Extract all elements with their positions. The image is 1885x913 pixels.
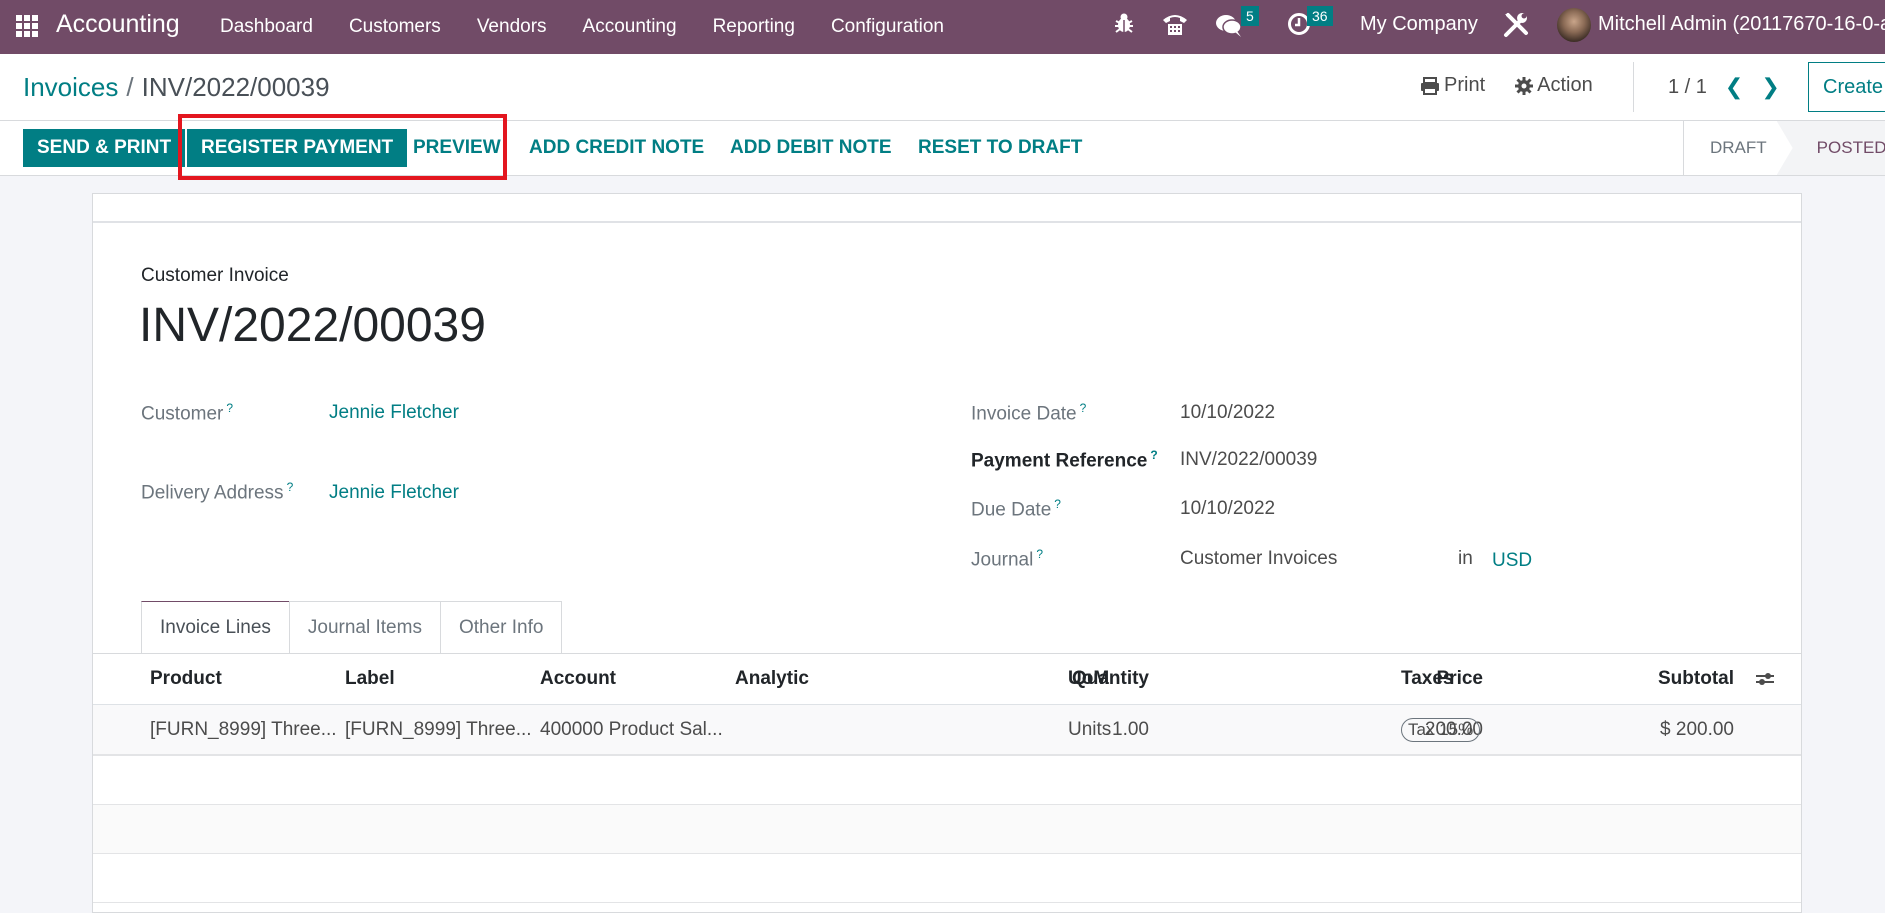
pager: 1 / 1 ❮ ❯ (1668, 74, 1780, 100)
status-posted: POSTED (1776, 121, 1885, 175)
control-panel: Invoices / INV/2022/00039 Print Action 1 /… (0, 54, 1885, 180)
due-date-field[interactable]: 10/10/2022 (1180, 498, 1275, 520)
preview-button[interactable]: PREVIEW (399, 129, 515, 167)
create-button[interactable]: Create (1808, 62, 1885, 112)
journal-field[interactable]: Customer Invoices (1180, 548, 1337, 570)
payment-reference-label: Payment Reference? (971, 448, 1158, 472)
column-subtotal[interactable]: Subtotal (1658, 654, 1734, 704)
cell-quantity[interactable]: 1.00 (1112, 705, 1149, 754)
delivery-address-label: Delivery Address? (141, 480, 294, 504)
column-analytic[interactable]: Analytic (735, 654, 809, 704)
menu-reporting[interactable]: Reporting (695, 16, 813, 38)
print-menu-button[interactable]: Print (1420, 74, 1485, 97)
column-account[interactable]: Account (540, 654, 616, 704)
customer-field[interactable]: Jennie Fletcher (329, 402, 459, 424)
help-tooltip-icon[interactable]: ? (1080, 401, 1087, 415)
empty-table-row (93, 756, 1801, 805)
cp-action-menus: Print Action (1420, 74, 1623, 97)
debug-icon[interactable] (1114, 12, 1134, 40)
gear-icon (1515, 76, 1534, 95)
user-menu[interactable]: Mitchell Admin (20117670-16-0-a (1598, 13, 1885, 36)
messages-icon[interactable]: 5 (1215, 6, 1259, 44)
invoice-number-title: INV/2022/00039 (139, 299, 486, 352)
main-menu: Dashboard Customers Vendors Accounting R… (202, 0, 962, 54)
reset-to-draft-button[interactable]: RESET TO DRAFT (904, 129, 1096, 167)
help-tooltip-icon[interactable]: ? (1054, 497, 1061, 511)
payment-reference-field[interactable]: INV/2022/00039 (1180, 449, 1317, 471)
cell-taxes[interactable]: Tax 15% (1401, 705, 1481, 754)
cell-label[interactable]: [FURN_8999] Three... (345, 705, 532, 754)
column-uom[interactable]: UoM (1068, 654, 1109, 704)
in-label: in (1458, 548, 1473, 569)
column-product[interactable]: Product (150, 654, 222, 704)
tax-badge: Tax 15% (1401, 717, 1481, 742)
breadcrumb-separator: / (126, 72, 134, 102)
column-label[interactable]: Label (345, 654, 395, 704)
pager-next-icon[interactable]: ❯ (1761, 74, 1779, 100)
pager-previous-icon[interactable]: ❮ (1725, 74, 1743, 100)
divider (0, 120, 1885, 121)
messages-count-badge: 5 (1241, 6, 1259, 26)
breadcrumb: Invoices / INV/2022/00039 (23, 72, 330, 103)
empty-table-row (93, 805, 1801, 854)
register-payment-button[interactable]: REGISTER PAYMENT (187, 129, 408, 167)
invoice-date-label: Invoice Date? (971, 401, 1087, 425)
invoice-date-field[interactable]: 10/10/2022 (1180, 402, 1275, 424)
status-bar: DRAFT POSTED (1683, 121, 1885, 175)
activities-clock-icon[interactable]: 36 (1287, 6, 1333, 42)
cell-uom[interactable]: Units (1068, 705, 1111, 754)
tab-journal-items[interactable]: Journal Items (288, 601, 441, 653)
print-icon (1421, 76, 1439, 95)
apps-menu-icon[interactable] (16, 15, 38, 37)
due-date-label: Due Date? (971, 497, 1061, 521)
help-tooltip-icon[interactable]: ? (226, 401, 233, 415)
empty-table-row (93, 854, 1801, 903)
help-tooltip-icon[interactable]: ? (1150, 448, 1157, 462)
menu-customers[interactable]: Customers (331, 16, 459, 38)
settings-tools-icon[interactable] (1502, 11, 1530, 45)
tab-invoice-lines[interactable]: Invoice Lines (141, 601, 290, 654)
voip-phone-icon[interactable] (1162, 12, 1188, 42)
divider (1633, 62, 1634, 112)
menu-accounting[interactable]: Accounting (565, 16, 695, 38)
action-label: Action (1537, 74, 1593, 96)
cell-account[interactable]: 400000 Product Sal... (540, 705, 723, 754)
activities-count-badge: 36 (1307, 6, 1333, 26)
currency-field[interactable]: USD (1492, 550, 1532, 572)
optional-columns-toggle-icon[interactable] (1755, 654, 1775, 704)
table-header: Product Label Account Analytic Quantity … (93, 654, 1801, 705)
app-name[interactable]: Accounting (56, 10, 180, 39)
status-draft: DRAFT (1684, 121, 1793, 175)
cell-product[interactable]: [FURN_8999] Three... (150, 705, 337, 754)
invoice-lines-table: Product Label Account Analytic Quantity … (93, 654, 1801, 903)
form-sheet: Customer Invoice INV/2022/00039 Customer… (92, 193, 1802, 913)
help-tooltip-icon[interactable]: ? (1036, 547, 1043, 561)
customer-label: Customer? (141, 401, 234, 425)
column-taxes[interactable]: Taxes (1401, 654, 1453, 704)
tab-other-info[interactable]: Other Info (439, 601, 563, 653)
breadcrumb-current: INV/2022/00039 (141, 72, 330, 102)
table-row[interactable]: [FURN_8999] Three... [FURN_8999] Three..… (93, 705, 1801, 756)
breadcrumb-invoices[interactable]: Invoices (23, 72, 118, 102)
cell-subtotal: $ 200.00 (1660, 718, 1734, 740)
user-avatar[interactable] (1557, 8, 1591, 42)
top-navbar: Accounting Dashboard Customers Vendors A… (0, 0, 1885, 54)
company-switcher[interactable]: My Company (1360, 13, 1478, 36)
pager-value[interactable]: 1 / 1 (1668, 76, 1707, 99)
print-label: Print (1444, 74, 1486, 96)
document-type: Customer Invoice (141, 265, 289, 286)
add-credit-note-button[interactable]: ADD CREDIT NOTE (515, 129, 718, 167)
notebook-tabs: Invoice Lines Journal Items Other Info (141, 601, 563, 654)
action-menu-button[interactable]: Action (1515, 74, 1593, 97)
menu-configuration[interactable]: Configuration (813, 16, 962, 38)
menu-vendors[interactable]: Vendors (459, 16, 565, 38)
journal-label: Journal? (971, 547, 1044, 571)
help-tooltip-icon[interactable]: ? (287, 480, 294, 494)
send-print-button[interactable]: SEND & PRINT (23, 129, 186, 167)
menu-dashboard[interactable]: Dashboard (202, 16, 331, 38)
sheet-header-strip (93, 194, 1801, 223)
delivery-address-field[interactable]: Jennie Fletcher (329, 482, 459, 504)
add-debit-note-button[interactable]: ADD DEBIT NOTE (716, 129, 906, 167)
